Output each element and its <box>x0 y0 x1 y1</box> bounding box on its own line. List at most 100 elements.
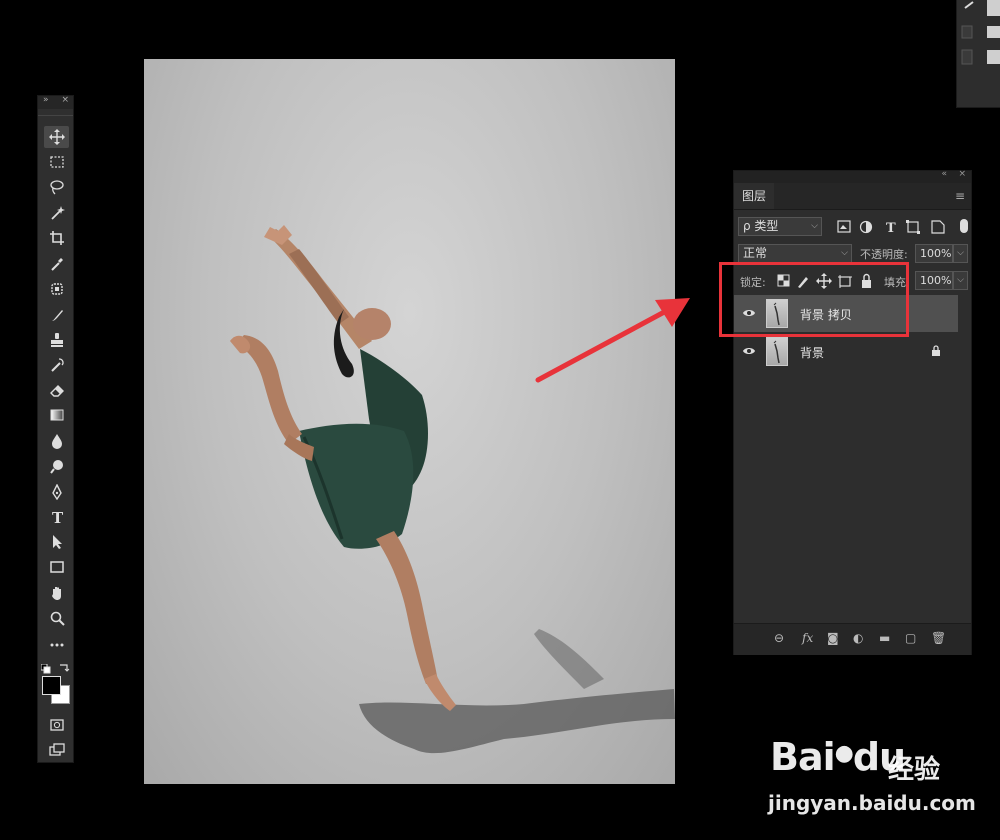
opacity-input[interactable]: 100% <box>915 244 953 263</box>
highlight-box <box>719 262 909 337</box>
dodge-tool[interactable] <box>44 455 69 477</box>
collapse-icon[interactable]: « <box>941 169 947 179</box>
eyedropper-tool[interactable] <box>44 253 69 275</box>
filter-kind-select[interactable]: ρ 类型 ⌵ <box>738 217 822 236</box>
marquee-tool[interactable] <box>44 151 69 173</box>
rect-marquee-icon <box>49 156 64 168</box>
history-brush-icon <box>50 358 64 372</box>
link-layers-icon[interactable]: ⊖ <box>774 631 784 645</box>
blend-mode-select[interactable]: 正常 ⌵ <box>738 244 852 263</box>
mini-panel-icons <box>961 0 1000 65</box>
tools-panel-grip[interactable] <box>38 109 73 116</box>
layer-name: 背景 <box>800 346 825 360</box>
foreground-color-swatch[interactable] <box>42 676 61 695</box>
hand-tool[interactable] <box>44 582 69 604</box>
trash-icon[interactable]: 🗑 <box>931 631 946 645</box>
eraser-tool[interactable] <box>44 379 69 401</box>
chevron-down-icon: ⌵ <box>841 248 848 258</box>
zoom-tool[interactable] <box>44 607 69 629</box>
lasso-tool[interactable] <box>44 176 69 198</box>
screen-mode-button[interactable] <box>44 739 69 761</box>
svg-text:T: T <box>886 221 896 235</box>
fx-button[interactable]: fx <box>802 631 813 645</box>
document-canvas[interactable] <box>144 59 675 784</box>
watermark-logo: Bai●du <box>770 735 906 779</box>
quick-mask-icon <box>49 719 64 731</box>
lock-icon <box>932 345 940 356</box>
history-brush-tool[interactable] <box>44 354 69 376</box>
tab-layers[interactable]: 图层 <box>734 183 774 209</box>
adjustment-layer-icon[interactable]: ◐ <box>853 631 863 645</box>
smart-object-filter-icon <box>931 220 945 234</box>
quick-mask-button[interactable] <box>44 714 69 736</box>
eye-icon[interactable] <box>742 345 756 357</box>
new-layer-icon[interactable]: ▢ <box>905 631 916 645</box>
opacity-label: 不透明度: <box>860 248 908 261</box>
magic-wand-tool[interactable] <box>44 202 69 224</box>
shape-filter-icon <box>906 220 920 234</box>
layer-thumbnail <box>766 337 788 366</box>
adjustment-filter-icon <box>859 220 873 234</box>
eyedropper-icon <box>50 258 63 271</box>
type-tool[interactable]: T <box>44 506 69 528</box>
swap-colors-icon[interactable] <box>58 658 70 677</box>
dancer-photo <box>230 225 675 754</box>
path-select-icon <box>52 535 62 549</box>
layers-panel: « × 图层 ≡ ρ 类型 ⌵ T 正常 ⌵ 不透明度: 100% ⌵ 锁定: <box>733 169 972 655</box>
layer-row[interactable]: 背景 <box>734 333 958 370</box>
filter-toggle[interactable] <box>960 219 968 233</box>
fill-dropdown[interactable]: ⌵ <box>953 271 968 290</box>
brush-tool[interactable] <box>44 304 69 326</box>
fill-input[interactable]: 100% <box>915 271 953 290</box>
add-mask-icon[interactable]: ◙ <box>827 631 839 645</box>
chevron-down-icon: ⌵ <box>957 248 964 258</box>
type-icon: T <box>52 509 64 525</box>
crop-tool[interactable] <box>44 227 69 249</box>
collapse-icon[interactable]: » <box>43 95 49 105</box>
watermark-cn: 经验 <box>888 755 941 785</box>
gradient-icon <box>50 409 63 421</box>
crop-icon <box>49 231 64 245</box>
pen-icon <box>51 484 62 500</box>
type-filter-icon: T <box>886 221 896 235</box>
blend-mode-value: 正常 <box>743 246 768 260</box>
baidu-watermark: Bai●du 经验 jingyan.baidu.com <box>768 735 976 825</box>
lasso-icon <box>49 180 64 195</box>
pen-tool[interactable] <box>44 481 69 503</box>
tools-panel-header: » × <box>38 95 73 109</box>
gradient-tool[interactable] <box>44 404 69 426</box>
blend-row: 正常 ⌵ 不透明度: 100% ⌵ <box>734 244 971 264</box>
shape-tool[interactable] <box>44 556 69 578</box>
svg-text:T: T <box>52 509 64 525</box>
filter-row: ρ 类型 ⌵ T <box>734 217 971 237</box>
opacity-dropdown[interactable]: ⌵ <box>953 244 968 263</box>
close-icon[interactable]: × <box>61 95 69 105</box>
blur-icon <box>51 434 62 449</box>
zoom-icon <box>50 611 65 626</box>
move-icon <box>48 129 65 145</box>
ellipsis-icon <box>50 643 63 647</box>
dodge-icon <box>49 460 63 474</box>
stamp-icon <box>50 333 63 347</box>
brush-icon <box>51 310 63 321</box>
blur-tool[interactable] <box>44 430 69 452</box>
rectangle-icon <box>49 561 64 573</box>
move-tool[interactable] <box>44 126 69 148</box>
mini-panel-fragment <box>956 0 1000 108</box>
layers-tab-bar: 图层 ≡ <box>734 183 971 210</box>
filter-icons: T <box>837 220 945 235</box>
new-group-icon[interactable]: ▬ <box>879 631 890 645</box>
chevron-down-icon: ⌵ <box>957 275 964 285</box>
pixel-filter-icon <box>837 220 851 233</box>
more-tools[interactable] <box>44 633 69 655</box>
panel-menu-icon[interactable]: ≡ <box>955 189 965 203</box>
chevron-down-icon: ⌵ <box>811 221 818 231</box>
layers-panel-topbar[interactable]: « × <box>734 169 971 183</box>
path-select-tool[interactable] <box>44 531 69 553</box>
stamp-tool[interactable] <box>44 329 69 351</box>
healing-tool[interactable] <box>44 278 69 300</box>
healing-icon <box>50 283 63 295</box>
filter-kind-label: ρ 类型 <box>743 219 779 233</box>
magic-wand-icon <box>50 206 65 220</box>
close-icon[interactable]: × <box>958 169 966 179</box>
